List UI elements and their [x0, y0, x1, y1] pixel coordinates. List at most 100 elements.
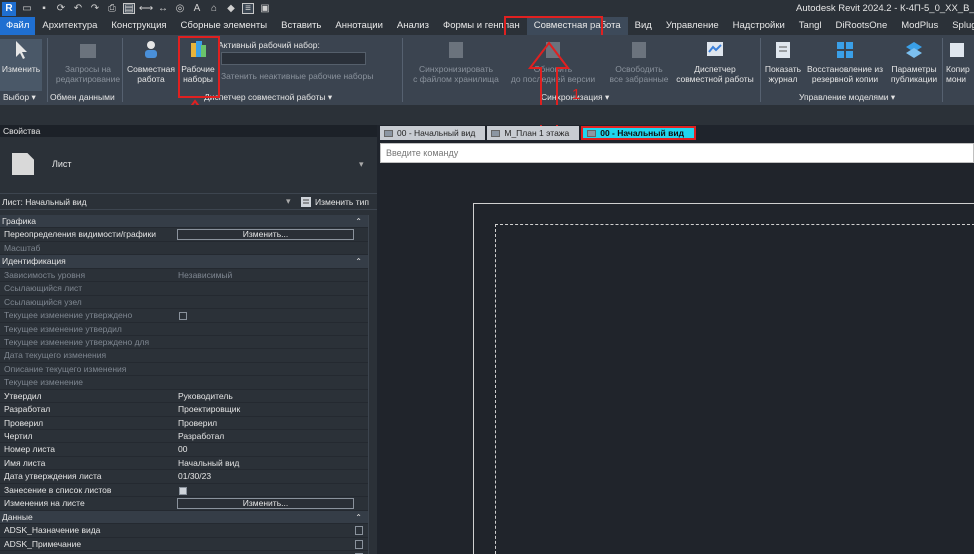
property-key: Переопределения видимости/графики: [4, 229, 156, 240]
cursor-icon: [10, 39, 32, 61]
property-row: Ссылающийся узел: [0, 296, 368, 310]
property-key: Чертил: [4, 431, 33, 441]
collaborate-button[interactable]: Совместная работа: [124, 39, 178, 84]
property-section[interactable]: Идентификация ⌃: [0, 255, 368, 269]
property-value[interactable]: Начальный вид: [178, 457, 239, 470]
edit-type-button[interactable]: Изменить тип: [300, 196, 369, 208]
property-key: Масштаб: [4, 242, 41, 253]
menu-tab-6[interactable]: Анализ: [390, 17, 436, 35]
quick-access-toolbar: R ▭ ▪ ⟳ ↶ ↷ ⎙ ▤ ⟷ ↔ ◎ A ⌂ ◆ ≡ ▣: [0, 1, 271, 16]
panel-dispatcher[interactable]: Диспетчер совместной работы ▾: [204, 92, 332, 105]
drawing-canvas[interactable]: [380, 163, 974, 554]
section-icon[interactable]: ◆: [225, 3, 237, 14]
print-icon[interactable]: ⎙: [106, 3, 118, 14]
collab-dispatcher-button[interactable]: Диспетчер совместной работы: [672, 39, 758, 84]
menu-tab-10[interactable]: Управление: [659, 17, 726, 35]
sheet-icon[interactable]: ▤: [123, 3, 135, 14]
collapse-icon[interactable]: ⌃: [355, 511, 362, 524]
collapse-icon[interactable]: ⌃: [355, 255, 362, 268]
active-workset-dropdown[interactable]: [221, 52, 366, 65]
menu-tab-11[interactable]: Надстройки: [726, 17, 792, 35]
collapse-icon[interactable]: ⌃: [355, 215, 362, 228]
menu-tab-3[interactable]: Сборные элементы: [174, 17, 275, 35]
property-value[interactable]: Руководитель: [178, 390, 233, 403]
property-row: ADSK_Примечание: [0, 538, 368, 551]
copy-monitor-button[interactable]: Копир мони: [946, 39, 974, 84]
property-row: Описание текущего изменения: [0, 363, 368, 377]
checkbox[interactable]: [355, 539, 363, 549]
menu-tab-13[interactable]: DiRootsOne: [829, 17, 895, 35]
switch-windows-icon[interactable]: ▣: [259, 3, 271, 14]
view-tab[interactable]: 00 - Начальный вид: [581, 126, 696, 140]
checkbox[interactable]: [355, 526, 363, 536]
view-tab[interactable]: 00 - Начальный вид: [380, 126, 486, 140]
panel-manage-models[interactable]: Управление моделями ▾: [799, 92, 895, 105]
edit-button[interactable]: Изменить...: [177, 498, 354, 510]
menu-tab-5[interactable]: Аннотации: [328, 17, 390, 35]
undo-icon[interactable]: ↶: [72, 3, 84, 14]
restore-backup-button[interactable]: Восстановление из резервной копии: [804, 39, 886, 84]
checkbox[interactable]: [179, 486, 187, 495]
menu-tab-9[interactable]: Вид: [628, 17, 659, 35]
menu-tab-1[interactable]: Архитектура: [35, 17, 104, 35]
property-value[interactable]: 00: [178, 443, 187, 456]
property-value[interactable]: Проверил: [178, 417, 217, 430]
property-key: Ссылающийся лист: [4, 283, 83, 294]
chevron-down-icon[interactable]: ▾: [286, 196, 291, 207]
sheet-type-icon: [12, 153, 34, 175]
command-input[interactable]: Введите команду: [380, 143, 974, 163]
revit-logo-icon[interactable]: R: [2, 1, 16, 16]
tag-icon[interactable]: ◎: [174, 3, 186, 14]
panel-select[interactable]: Выбор ▾: [3, 92, 36, 105]
measure-icon[interactable]: ⟷: [139, 3, 153, 14]
type-selector[interactable]: Лист ▾: [0, 137, 377, 193]
redo-icon[interactable]: ↷: [89, 3, 101, 14]
dimension-icon[interactable]: ↔: [157, 3, 169, 14]
instance-filter[interactable]: Лист: Начальный вид ▾ Изменить тип: [0, 193, 377, 210]
menu-tab-12[interactable]: Tangl: [792, 17, 829, 35]
publish-icon: [903, 39, 925, 61]
synchronize-button[interactable]: Синхронизировать с файлом хранилища: [404, 39, 508, 84]
menu-tab-0[interactable]: Файл: [0, 17, 36, 35]
menu-tab-4[interactable]: Вставить: [274, 17, 328, 35]
menu-tab-15[interactable]: Splugin: [945, 17, 974, 35]
gray-inactive-worksets[interactable]: Затенить неактивные рабочие наборы: [221, 71, 373, 81]
sync-icon[interactable]: ⟳: [55, 3, 67, 14]
copy-label: Копир мони: [946, 64, 970, 84]
text-icon[interactable]: A: [191, 3, 203, 14]
property-row: Масштаб: [0, 242, 368, 256]
modify-button[interactable]: Изменить: [0, 39, 42, 91]
chevron-down-icon[interactable]: ▾: [359, 159, 364, 170]
menu-tab-2[interactable]: Конструкция: [104, 17, 173, 35]
options-bar: [0, 105, 974, 125]
property-section[interactable]: Графика ⌃: [0, 215, 368, 229]
properties-header: Свойства: [0, 125, 377, 137]
divider: [942, 38, 943, 102]
panel-select-label: Выбор: [3, 92, 30, 102]
sync-central-icon: [445, 39, 467, 61]
open-icon[interactable]: ▭: [21, 3, 33, 14]
relinquish-icon: [628, 39, 650, 61]
property-value[interactable]: Разработал: [178, 430, 224, 443]
property-section[interactable]: Данные ⌃: [0, 510, 368, 525]
3d-view-icon[interactable]: ⌂: [208, 3, 220, 14]
property-key: Текущее изменение утверждено: [4, 310, 133, 321]
property-value[interactable]: Проектировщик: [178, 403, 240, 416]
show-history-button[interactable]: Показать журнал: [762, 39, 804, 84]
checkbox[interactable]: [179, 312, 187, 321]
edit-button[interactable]: Изменить...: [177, 229, 354, 241]
view-icon: [384, 129, 393, 137]
properties-scrollbar[interactable]: [368, 215, 377, 554]
editing-requests-button[interactable]: Запросы на редактирование: [52, 39, 124, 84]
publish-settings-button[interactable]: Параметры публикации: [888, 39, 940, 84]
relinquish-button[interactable]: Освободить все забранные: [600, 39, 678, 84]
property-value[interactable]: Независимый: [178, 269, 232, 282]
save-icon[interactable]: ▪: [38, 3, 50, 14]
thin-lines-icon[interactable]: ≡: [242, 3, 254, 14]
edit-type-icon: [301, 197, 311, 207]
publish-label: Параметры публикации: [890, 64, 938, 84]
view-tab[interactable]: М_План 1 этажа: [487, 126, 580, 140]
property-value[interactable]: 01/30/23: [178, 470, 211, 483]
menu-tab-14[interactable]: ModPlus: [894, 17, 945, 35]
property-key: Графика: [2, 216, 36, 226]
